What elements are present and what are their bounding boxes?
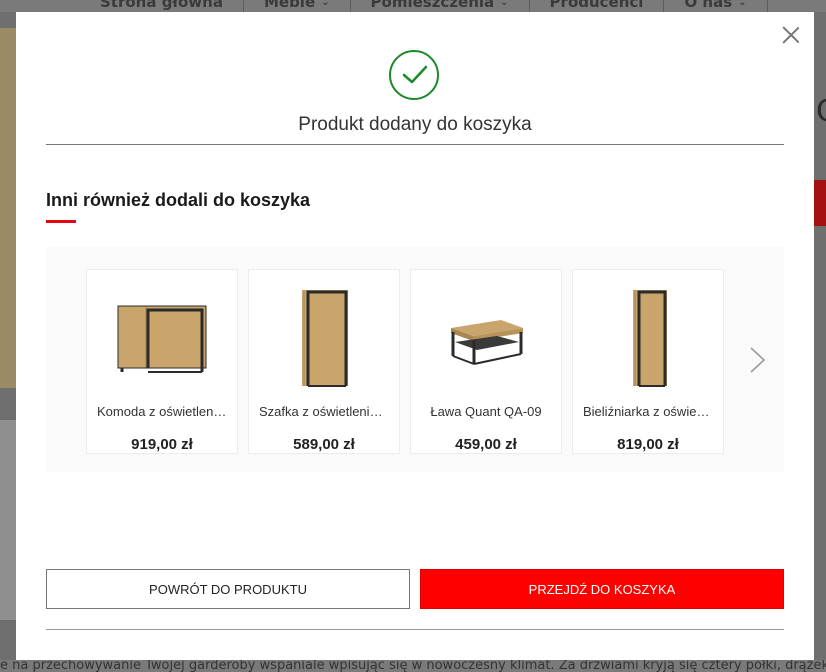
check-circle-icon bbox=[389, 50, 439, 100]
product-price: 589,00 zł bbox=[293, 436, 355, 453]
background-panel bbox=[0, 420, 16, 620]
bg-nav-item-about: O nas ⌄ bbox=[664, 0, 768, 12]
product-name[interactable]: Bieliźniarka z oświetleniem Quant bbox=[583, 404, 713, 419]
tall-cabinet-icon bbox=[573, 280, 723, 395]
product-name[interactable]: Ława Quant QA-09 bbox=[421, 404, 551, 419]
chevron-down-icon: ⌄ bbox=[738, 0, 747, 8]
dresser-icon bbox=[87, 280, 237, 395]
product-card[interactable]: Ława Quant QA-09 459,00 zł bbox=[410, 269, 562, 454]
product-card[interactable]: Szafka z oświetleniem Quant 589,00 zł bbox=[248, 269, 400, 454]
bg-nav-item-producers: Producenci bbox=[530, 0, 665, 12]
product-card[interactable]: Bieliźniarka z oświetleniem Quant 819,00… bbox=[572, 269, 724, 454]
chevron-down-icon: ⌄ bbox=[321, 0, 330, 8]
title-underline bbox=[46, 220, 76, 223]
background-nav: Strona główna Meble ⌄ Pomieszczenia ⌄ Prod… bbox=[0, 0, 826, 12]
divider bbox=[46, 629, 784, 630]
product-price: 819,00 zł bbox=[617, 436, 679, 453]
background-product-image bbox=[0, 28, 16, 388]
product-price: 919,00 zł bbox=[131, 436, 193, 453]
recommendations-title: Inni również dodali do koszyka bbox=[46, 190, 311, 210]
go-to-cart-button[interactable]: PRZEJDŹ DO KOSZYKA bbox=[420, 569, 784, 609]
chevron-right-icon[interactable] bbox=[746, 345, 768, 375]
bg-nav-item-home: Strona główna bbox=[80, 0, 244, 12]
background-heading-fragment: C bbox=[816, 94, 826, 129]
add-to-cart-modal: Produkt dodany do koszyka Inni również d… bbox=[16, 12, 814, 660]
bg-nav-item-rooms: Pomieszczenia ⌄ bbox=[351, 0, 530, 12]
product-card[interactable]: Komoda z oświetleniem Quant 919,00 zł bbox=[86, 269, 238, 454]
product-name[interactable]: Szafka z oświetleniem Quant bbox=[259, 404, 389, 419]
background-description: e na przechowywanie Twojej garderoby wsp… bbox=[0, 660, 826, 672]
bg-nav-item-furniture: Meble ⌄ bbox=[244, 0, 351, 12]
product-carousel: Komoda z oświetleniem Quant 919,00 zł Sz… bbox=[46, 247, 784, 472]
cabinet-icon bbox=[249, 280, 399, 395]
close-icon[interactable] bbox=[782, 26, 800, 44]
chevron-down-icon: ⌄ bbox=[500, 0, 509, 8]
modal-title: Produkt dodany do koszyka bbox=[298, 114, 532, 135]
background-red-button bbox=[814, 180, 826, 226]
coffee-table-icon bbox=[411, 280, 561, 395]
product-name[interactable]: Komoda z oświetleniem Quant bbox=[97, 404, 227, 419]
product-price: 459,00 zł bbox=[455, 436, 517, 453]
divider bbox=[46, 144, 784, 145]
back-to-product-button[interactable]: POWRÓT DO PRODUKTU bbox=[46, 569, 410, 609]
